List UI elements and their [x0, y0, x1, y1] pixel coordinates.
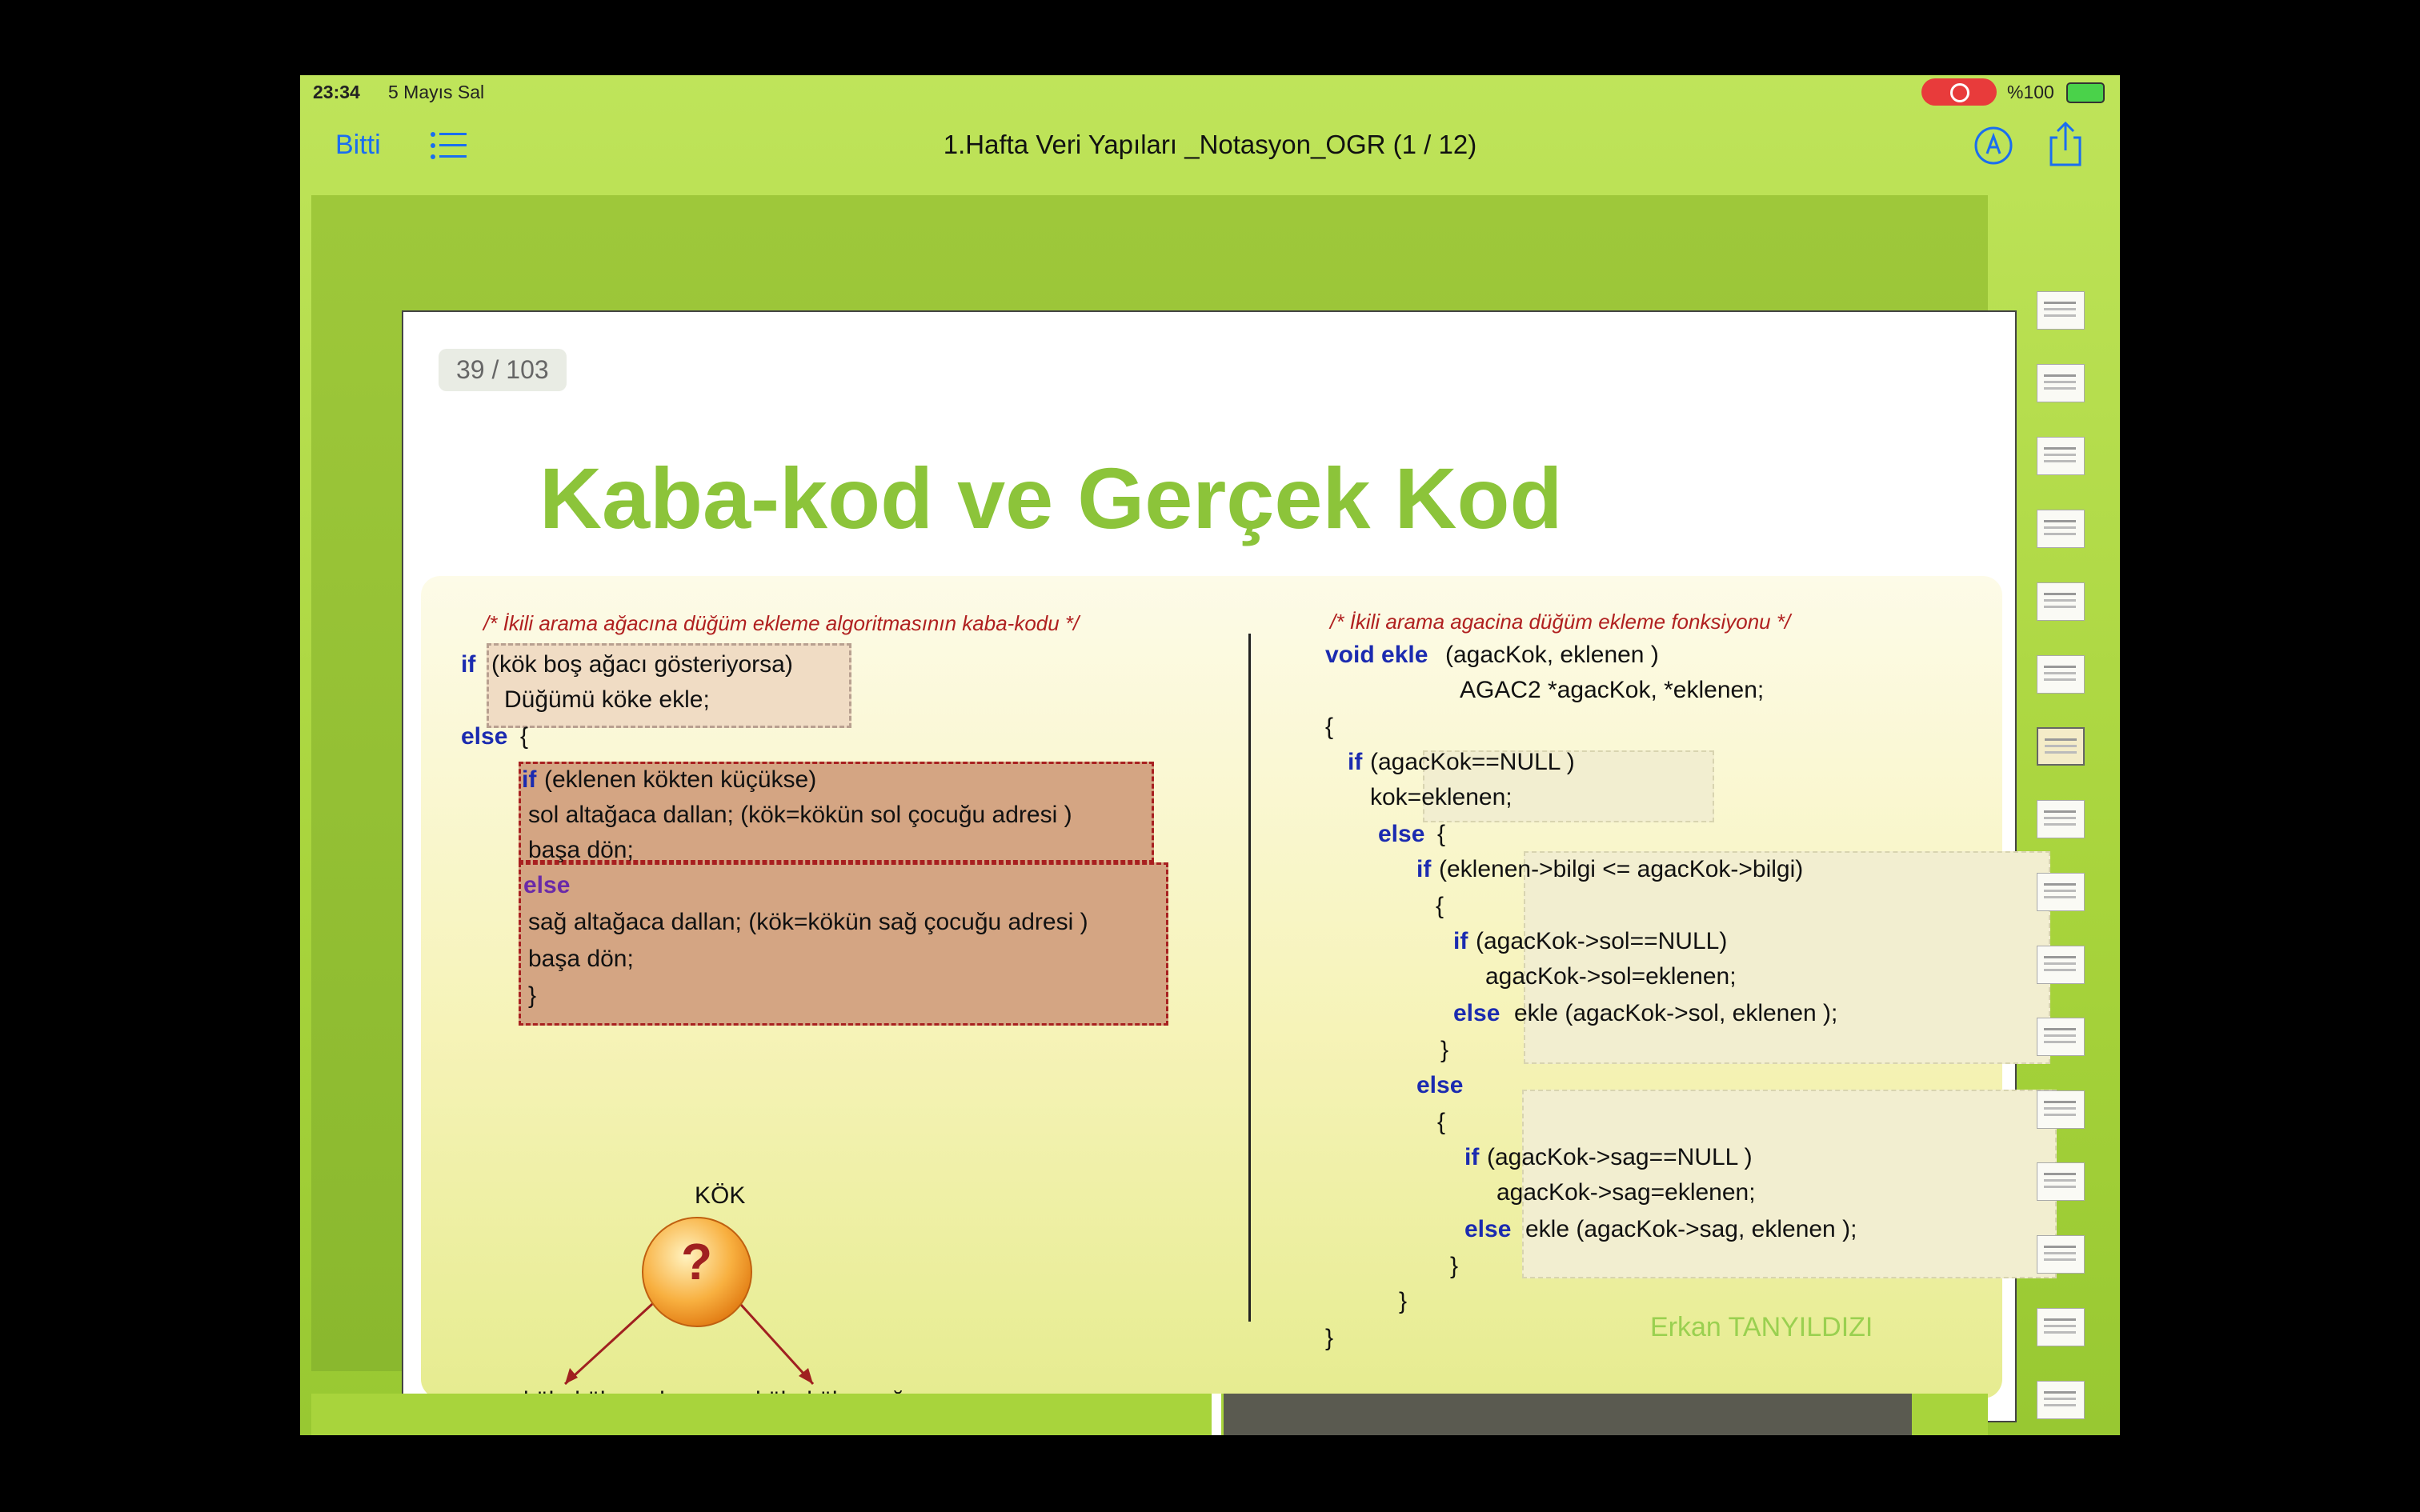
page-thumbnail[interactable] [2037, 946, 2085, 984]
content-panel: /* İkili arama ağacına düğüm ekleme algo… [421, 576, 2057, 1414]
code-keyword: if [1464, 1144, 1480, 1170]
real-code-comment: /* İkili arama agacina düğüm ekleme fonk… [1330, 610, 1791, 634]
code-line: } [528, 982, 537, 1009]
code-line: } [1450, 1253, 1459, 1279]
code-keyword: else [523, 872, 571, 898]
status-date: 5 Mayıs Sal [388, 82, 485, 102]
code-line: } [1399, 1288, 1408, 1314]
navigation-bar: Bitti 1.Hafta Veri Yapıları _Notasyon_OG… [300, 110, 2120, 187]
author-name: Erkan TANYILDIZI [1650, 1312, 1873, 1342]
code-keyword: else [461, 723, 508, 750]
page-thumbnail[interactable] [2037, 364, 2085, 402]
code-line: agacKok->sol=eklenen; [1485, 963, 1737, 990]
code-line: (agacKok->sol==NULL) [1476, 928, 1728, 954]
next-page-preview[interactable] [311, 1394, 1988, 1435]
code-line: AGAC2 *agacKok, *eklenen; [1460, 677, 1765, 703]
page-thumbnail[interactable] [2037, 1308, 2085, 1346]
code-line: (agacKok==NULL ) [1370, 749, 1575, 775]
code-line: (kök boş ağacı gösteriyorsa) [491, 651, 793, 678]
markup-pen-icon[interactable] [1973, 125, 2014, 166]
page-thumbnail[interactable] [2037, 291, 2085, 330]
code-keyword: else [1464, 1216, 1512, 1242]
page-thumbnail[interactable] [2037, 655, 2085, 694]
code-keyword: if [1348, 749, 1363, 775]
document-title: 1.Hafta Veri Yapıları _Notasyon_OGR (1 /… [943, 130, 1477, 159]
screen-recording-icon[interactable] [1921, 78, 1997, 106]
status-bar: 23:34 5 Mayıs Sal %100 [300, 75, 2120, 110]
code-line: (eklenen->bilgi <= agacKok->bilgi) [1439, 856, 1804, 882]
code-line: başa dön; [528, 837, 634, 863]
code-line: kok=eklenen; [1370, 784, 1512, 810]
code-line: } [1325, 1325, 1334, 1351]
page-thumbnail[interactable] [2037, 1235, 2085, 1274]
code-line: ekle (agacKok->sag, eklenen ); [1525, 1216, 1857, 1242]
next-page-image [1224, 1394, 1912, 1435]
code-line: } [1440, 1037, 1449, 1063]
page-thumbnail[interactable] [2037, 800, 2085, 838]
code-line: agacKok->sag=eklenen; [1496, 1179, 1756, 1206]
code-line: (agacKok, eklenen ) [1445, 642, 1659, 668]
page-thumbnail[interactable] [2037, 873, 2085, 911]
code-line: Düğümü köke ekle; [504, 686, 710, 713]
code-line: sol altağaca dallan; (kök=kökün sol çocu… [528, 802, 1072, 828]
page-thumbnail-strip[interactable] [2021, 191, 2101, 1435]
battery-percent: %100 [2007, 82, 2054, 102]
page-thumbnail[interactable] [2037, 1162, 2085, 1201]
slide-page: 39 / 103 Kaba-kod ve Gerçek Kod /* İkili… [402, 310, 2057, 1422]
page-thumbnail[interactable] [2037, 582, 2085, 621]
code-line: { [520, 723, 529, 750]
code-line: sağ altağaca dallan; (kök=kökün sağ çocu… [528, 909, 1088, 935]
page-number-badge: 39 / 103 [439, 349, 567, 391]
code-line: { [1436, 893, 1444, 919]
code-keyword: else [1378, 821, 1425, 847]
code-line: (eklenen kökten küçükse) [544, 766, 817, 793]
code-line: { [1325, 714, 1334, 740]
code-line: ekle (agacKok->sol, eklenen ); [1514, 1000, 1838, 1026]
battery-icon [2066, 82, 2105, 103]
code-line: (agacKok->sag==NULL ) [1487, 1144, 1753, 1170]
status-time: 23:34 [313, 82, 360, 102]
slide-title: Kaba-kod ve Gerçek Kod [539, 450, 1563, 546]
page-thumbnail[interactable] [2037, 510, 2085, 548]
code-keyword: if [461, 651, 476, 678]
code-line: { [1437, 821, 1446, 847]
page-thumbnail-current[interactable] [2037, 727, 2085, 766]
page-thumbnail[interactable] [2037, 1090, 2085, 1129]
code-keyword: if [522, 766, 537, 793]
ipad-screen: 23:34 5 Mayıs Sal %100 Bitti 1.Hafta Ver… [300, 75, 2120, 1435]
tree-diagram [563, 1217, 815, 1386]
code-keyword: if [1453, 928, 1468, 954]
code-keyword: else [1453, 1000, 1500, 1026]
column-divider [1248, 634, 1251, 1322]
code-keyword: if [1416, 856, 1432, 882]
code-line: { [1437, 1109, 1446, 1135]
page-thumbnail[interactable] [2037, 1381, 2085, 1419]
page-thumbnail[interactable] [2037, 1018, 2085, 1056]
highlight-box [519, 862, 1168, 1026]
code-keyword: void ekle [1325, 642, 1428, 668]
page-thumbnail[interactable] [2037, 437, 2085, 475]
page-separator [1212, 1394, 1221, 1435]
pseudo-code-comment: /* İkili arama ağacına düğüm ekleme algo… [483, 611, 1080, 635]
document-page-area[interactable]: 39 / 103 Kaba-kod ve Gerçek Kod /* İkili… [311, 195, 2057, 1422]
diagram-root-label: KÖK [695, 1182, 746, 1209]
tree-node-question: ? [681, 1233, 713, 1290]
code-line: başa dön; [528, 946, 634, 972]
share-icon[interactable] [2043, 120, 2088, 168]
code-keyword: else [1416, 1072, 1464, 1098]
